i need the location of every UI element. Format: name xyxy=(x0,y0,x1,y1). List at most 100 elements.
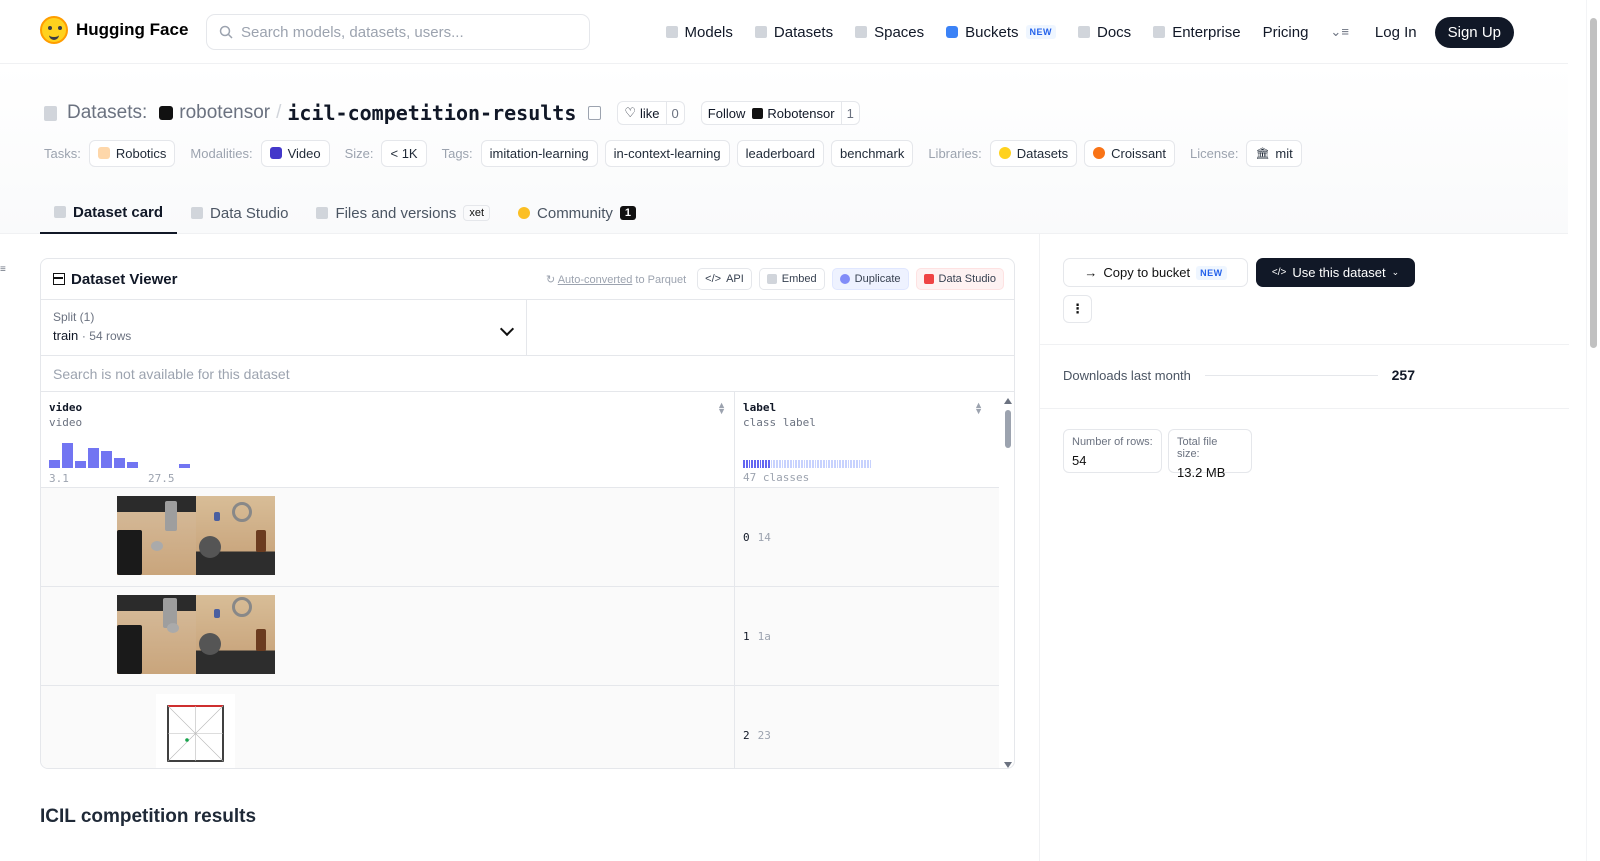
nav-pricing[interactable]: Pricing xyxy=(1263,24,1309,41)
org-link[interactable]: robotensor xyxy=(179,102,270,124)
table-scrollbar[interactable] xyxy=(1004,398,1012,768)
page-scroll-thumb[interactable] xyxy=(1590,18,1597,348)
license-value: mit xyxy=(1275,145,1293,161)
video-thumbnail[interactable] xyxy=(196,496,275,575)
modalities-label: Modalities: xyxy=(190,145,253,161)
nav-enterprise[interactable]: Enterprise xyxy=(1153,24,1241,41)
video-cell[interactable] xyxy=(41,686,735,768)
data-studio-label: Data Studio xyxy=(938,273,996,285)
class-segment xyxy=(756,460,759,468)
label-cell[interactable]: 1 1a xyxy=(743,587,771,686)
table-row[interactable]: 2 23 xyxy=(41,686,999,768)
class-segment xyxy=(784,460,786,468)
chevron-down-icon: ⌄ xyxy=(1391,267,1400,277)
split-selector-row: Split (1) train · 54 rows xyxy=(41,300,1014,356)
duplicate-button[interactable]: Duplicate xyxy=(831,268,909,290)
tag-leaderboard[interactable]: leaderboard xyxy=(736,139,825,167)
scene-object xyxy=(256,530,266,552)
use-dataset-button[interactable]: </> Use this dataset ⌄ xyxy=(1256,258,1415,287)
search-input[interactable] xyxy=(241,23,561,41)
scroll-down-icon[interactable] xyxy=(1004,762,1012,768)
like-button[interactable]: ♡ like 0 xyxy=(617,101,685,125)
label-index: 2 xyxy=(743,729,750,742)
nav-spaces[interactable]: Spaces xyxy=(855,24,924,41)
data-studio-button[interactable]: Data Studio xyxy=(915,268,1004,290)
tag-datasets-lib[interactable]: Datasets xyxy=(989,139,1078,167)
tag-license[interactable]: 🏛 mit xyxy=(1246,139,1302,167)
sort-icon[interactable]: ▲ ▼ xyxy=(717,401,726,416)
class-segment xyxy=(858,460,861,468)
nav-docs[interactable]: Docs xyxy=(1078,24,1131,41)
tag-video[interactable]: Video xyxy=(260,139,330,167)
signup-button[interactable]: Sign Up xyxy=(1434,16,1514,48)
split-label: Split (1) xyxy=(53,310,95,324)
embed-button[interactable]: Embed xyxy=(758,268,825,290)
tab-dataset-card[interactable]: Dataset card xyxy=(40,192,178,234)
nav-datasets[interactable]: Datasets xyxy=(754,24,833,41)
tag-benchmark[interactable]: benchmark xyxy=(831,139,914,167)
community-count: 1 xyxy=(619,206,636,220)
page-scrollbar[interactable] xyxy=(1586,0,1600,861)
datasets-label[interactable]: Datasets: xyxy=(67,102,147,124)
video-thumbnail[interactable] xyxy=(117,595,196,674)
more-options-button[interactable]: ⋮ xyxy=(1063,295,1092,323)
class-segment xyxy=(754,460,756,468)
class-segment xyxy=(839,460,841,468)
grid-red-icon xyxy=(923,274,934,284)
video-cell[interactable] xyxy=(41,587,735,686)
tab-data-studio[interactable]: Data Studio xyxy=(177,192,302,234)
datasets-icon xyxy=(754,26,767,38)
class-segment xyxy=(850,460,852,468)
nav-models[interactable]: Models xyxy=(665,24,733,41)
tag-size[interactable]: < 1K xyxy=(381,139,427,167)
nav-more-menu[interactable]: ⌄≡ xyxy=(1330,24,1348,40)
tab-community[interactable]: Community 1 xyxy=(504,192,650,234)
column-header-label[interactable]: label class label ▲ ▼ 47 classes xyxy=(735,392,999,488)
nav-buckets[interactable]: Buckets NEW xyxy=(946,24,1056,41)
video-cell[interactable] xyxy=(41,488,735,587)
table-row[interactable]: 1 1a xyxy=(41,587,999,686)
histogram-bar xyxy=(75,461,86,468)
tab-files[interactable]: Files and versions xet xyxy=(302,192,504,234)
scene-object xyxy=(199,536,221,558)
scene-object xyxy=(199,633,221,655)
class-segment xyxy=(822,460,825,468)
tag-imitation-learning[interactable]: imitation-learning xyxy=(480,139,598,167)
table-row[interactable]: 0 14 xyxy=(41,488,999,587)
table-icon xyxy=(191,207,204,219)
auto-converted-link[interactable]: Auto-converted xyxy=(558,274,633,286)
video-thumbnail[interactable] xyxy=(156,694,235,768)
viewer-header: Dataset Viewer ↻ Auto-converted to Parqu… xyxy=(41,259,1014,300)
histogram-bar xyxy=(88,448,99,468)
search-unavailable: Search is not available for this dataset xyxy=(41,356,1014,392)
sort-icon[interactable]: ▲ ▼ xyxy=(974,401,983,416)
api-button[interactable]: </> API xyxy=(697,268,752,290)
scene-object xyxy=(232,502,252,522)
tag-in-context-learning[interactable]: in-context-learning xyxy=(604,139,730,167)
split-select[interactable]: Split (1) train · 54 rows xyxy=(41,300,527,355)
login-link[interactable]: Log In xyxy=(1375,24,1417,41)
video-thumbnail[interactable] xyxy=(117,496,196,575)
follow-button[interactable]: Follow Robotensor 1 xyxy=(700,101,860,125)
scroll-up-icon[interactable] xyxy=(1004,398,1012,404)
label-cell[interactable]: 0 14 xyxy=(743,488,771,587)
scene-object xyxy=(117,530,142,575)
video-thumbnail[interactable] xyxy=(196,595,275,674)
file-size-stat: Total file size: 13.2 MB xyxy=(1168,429,1252,480)
copy-to-bucket-button[interactable]: → Copy to bucket NEW xyxy=(1063,258,1248,287)
enterprise-icon xyxy=(1153,26,1166,38)
copy-icon[interactable] xyxy=(588,106,602,120)
column-header-video[interactable]: video video ▲ ▼ 3.1 27.5 xyxy=(41,392,735,488)
hf-logo[interactable]: Hugging Face xyxy=(40,16,188,44)
label-cell[interactable]: 2 23 xyxy=(743,686,771,768)
repo-name[interactable]: icil-competition-results xyxy=(287,101,576,125)
search-box[interactable] xyxy=(206,14,590,50)
tag-robotics[interactable]: Robotics xyxy=(88,139,176,167)
lib-croissant-label: Croissant xyxy=(1111,145,1167,161)
hist-max: 27.5 xyxy=(148,472,175,485)
scroll-thumb[interactable] xyxy=(1005,410,1011,448)
auto-converted-note[interactable]: ↻ Auto-converted to Parquet xyxy=(546,273,686,286)
sidebar-toggle-icon[interactable]: ≡ xyxy=(0,264,8,275)
tag-croissant[interactable]: Croissant xyxy=(1084,139,1176,167)
class-segment xyxy=(795,460,797,468)
